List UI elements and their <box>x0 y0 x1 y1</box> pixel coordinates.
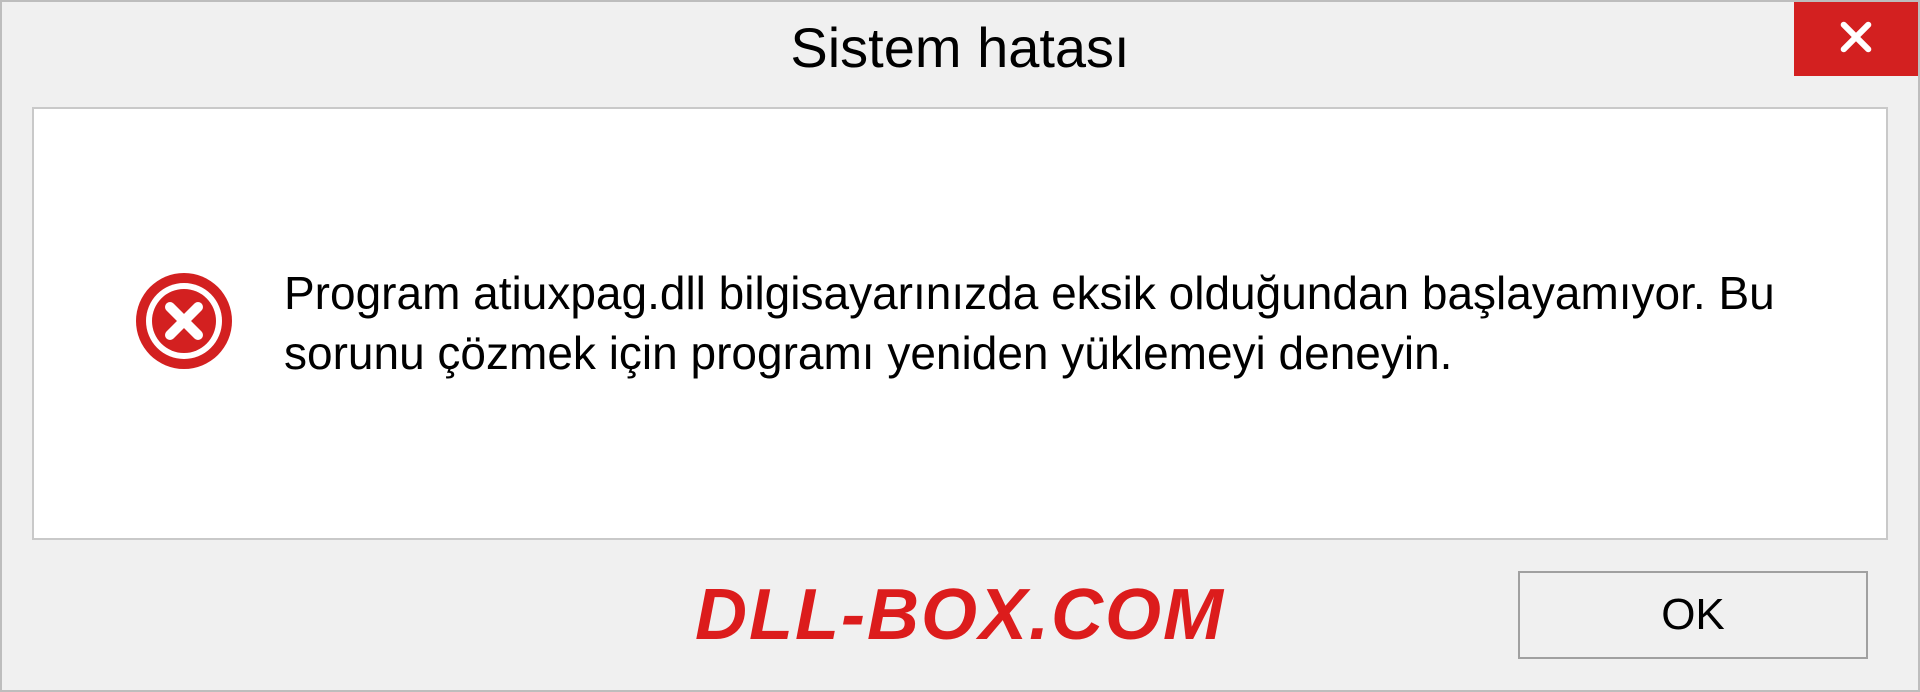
close-icon <box>1835 16 1877 63</box>
dialog-footer: DLL-BOX.COM OK <box>2 560 1918 690</box>
watermark-text: DLL-BOX.COM <box>695 574 1225 656</box>
ok-button[interactable]: OK <box>1518 571 1868 659</box>
close-button[interactable] <box>1794 2 1918 76</box>
error-message: Program atiuxpag.dll bilgisayarınızda ek… <box>284 264 1826 384</box>
content-panel: Program atiuxpag.dll bilgisayarınızda ek… <box>32 107 1888 540</box>
titlebar: Sistem hatası <box>2 2 1918 92</box>
error-icon <box>134 271 234 376</box>
error-dialog: Sistem hatası Program atiuxpag.dll bilgi… <box>0 0 1920 692</box>
dialog-title: Sistem hatası <box>790 15 1129 80</box>
